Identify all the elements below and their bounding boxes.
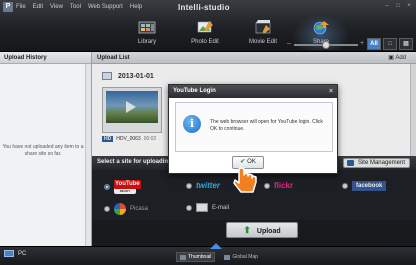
minimize-icon[interactable]: – [383,2,391,10]
tab-global-map-label: Global Map [232,254,258,260]
menu-view[interactable]: View [50,4,63,10]
tab-thumbnail[interactable]: Thumbnail [176,252,216,262]
bottom-bar: PC Thumbnail Global Map [0,243,416,265]
menu-web-support[interactable]: Web Support [88,4,123,10]
dialog-message: The web browser will open for YouTube lo… [210,119,323,132]
zoom-slider-knob[interactable] [322,41,330,49]
photo-edit-icon [197,21,213,33]
menu-edit[interactable]: Edit [33,4,43,10]
pc-icon [4,250,14,257]
tab-photo-edit-label: Photo Edit [191,39,219,45]
thumbnail-view-icon [180,254,186,260]
upload-history-empty-message: You have not uploaded any item to a shar… [2,144,84,157]
tab-thumbnail-label: Thumbnail [188,254,212,260]
zoom-slider[interactable] [294,41,358,49]
library-icon [138,21,156,34]
youtube-login-dialog: YouTube Login × i The web browser will o… [168,84,338,174]
pc-label: PC [18,250,27,257]
app-title: Intelli-studio [178,3,230,12]
tab-global-map[interactable]: Global Map [221,252,261,262]
view-buttons: All □ ▤ [367,38,413,50]
maximize-icon[interactable]: □ [394,2,402,10]
zoom-out-icon[interactable]: – [287,40,291,47]
tab-library[interactable]: Library [118,14,176,50]
dialog-title: YouTube Login [173,88,216,94]
tab-photo-edit[interactable]: Photo Edit [176,14,234,50]
dialog-body: i The web browser will open for YouTube … [175,102,333,152]
movie-edit-icon [255,20,271,34]
view-detail-button[interactable]: ▤ [399,38,413,50]
globe-icon [224,254,231,260]
dialog-titlebar: YouTube Login × [169,85,337,98]
hand-pointer-icon [233,167,257,193]
dialog-close-icon[interactable]: × [329,85,333,98]
tab-movie-edit-label: Movie Edit [248,39,277,45]
tab-library-label: Library [137,39,157,45]
app-logo-icon: P [3,2,13,12]
view-single-button[interactable]: □ [383,38,397,50]
tab-movie-edit[interactable]: Movie Edit [234,14,292,50]
menu-bar: P File Edit View Tool Web Support Help [0,0,170,14]
info-icon: i [183,115,201,133]
window-controls: – □ × [383,2,413,10]
view-all-button[interactable]: All [367,38,381,50]
close-window-icon[interactable]: × [405,2,413,10]
upload-history-panel: Upload History You have not uploaded any… [0,52,92,246]
pc-button[interactable]: PC [4,250,26,257]
share-icon [313,21,329,35]
upload-history-scrollbar[interactable] [85,64,91,246]
menu-tool[interactable]: Tool [70,4,81,10]
zoom-in-icon[interactable]: + [360,40,364,47]
top-bar: P File Edit View Tool Web Support Help I… [0,0,416,52]
menu-help[interactable]: Help [130,4,142,10]
upload-history-title: Upload History [0,52,91,64]
menu-file[interactable]: File [16,4,26,10]
bottom-tabs: Thumbnail Global Map [176,252,261,262]
